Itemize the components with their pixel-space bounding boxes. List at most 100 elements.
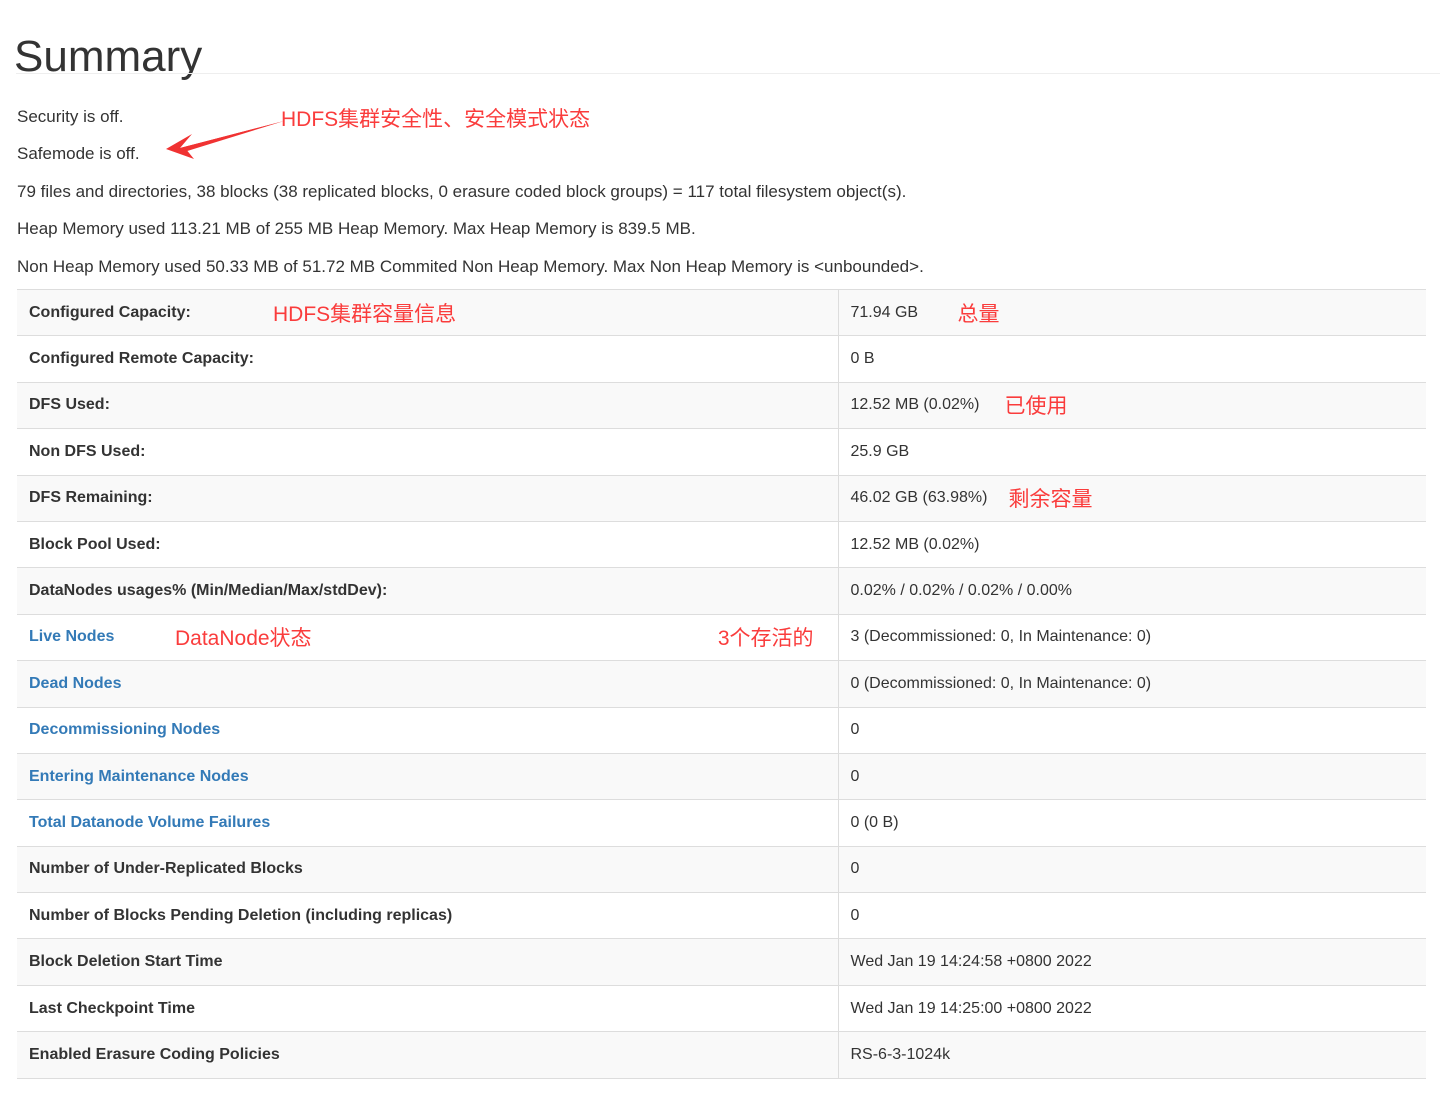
label-block-deletion-start-time: Block Deletion Start Time (29, 953, 223, 971)
table-row: Configured Remote Capacity: 0 B (17, 335, 1426, 383)
row-value-cell: Wed Jan 19 14:25:00 +0800 2022 (838, 984, 1426, 1032)
value-total-datanode-volume-failures: 0 (0 B) (850, 813, 899, 831)
value-dead-nodes: 0 (Decommissioned: 0, In Maintenance: 0) (850, 674, 1152, 692)
table-row: Decommissioning Nodes 0 (17, 706, 1426, 754)
row-label-cell: DataNodes usages% (Min/Median/Max/stdDev… (17, 567, 839, 615)
table-row: Last Checkpoint Time Wed Jan 19 14:25:00… (17, 984, 1426, 1032)
annotation-capacity-note: HDFS集群容量信息 (273, 302, 457, 326)
row-value-cell: 0.02% / 0.02% / 0.02% / 0.00% (838, 567, 1426, 615)
annotation-alive-note: 3个存活的 (717, 627, 814, 651)
label-block-pool-used: Block Pool Used: (29, 535, 161, 553)
table-row: Entering Maintenance Nodes 0 (17, 752, 1426, 800)
row-value-cell: 12.52 MB (0.02%) (838, 520, 1426, 568)
annotation-total-note: 总量 (957, 302, 1000, 326)
table-row: DFS Remaining: 46.02 GB (63.98%) 剩余容量 (17, 474, 1426, 522)
table-row: Configured Capacity: HDFS集群容量信息 71.94 GB… (17, 288, 1426, 336)
safemode-status-text: Safemode is off. (17, 144, 140, 163)
row-value-cell: 0 (838, 706, 1426, 754)
row-value-cell: 0 (Decommissioned: 0, In Maintenance: 0) (838, 660, 1426, 708)
red-arrow-icon (166, 121, 284, 159)
table-row: Number of Under-Replicated Blocks 0 (17, 845, 1426, 893)
row-label-cell: Entering Maintenance Nodes (17, 752, 839, 800)
label-dfs-used: DFS Used: (29, 396, 110, 414)
filesystem-objects-text: 79 files and directories, 38 blocks (38 … (17, 182, 907, 201)
row-label-cell: Live Nodes DataNode状态 3个存活的 (17, 613, 839, 661)
value-entering-maintenance-nodes: 0 (850, 767, 860, 785)
link-live-nodes[interactable]: Live Nodes (29, 628, 114, 645)
row-label-cell: DFS Remaining: (17, 474, 839, 522)
page-title: Summary (14, 32, 203, 82)
label-blocks-pending-deletion: Number of Blocks Pending Deletion (inclu… (29, 906, 453, 924)
value-configured-capacity: 71.94 GB (850, 303, 919, 321)
value-block-pool-used: 12.52 MB (0.02%) (850, 535, 980, 553)
row-label-cell: Number of Under-Replicated Blocks (17, 845, 839, 893)
heap-memory-text: Heap Memory used 113.21 MB of 255 MB Hea… (17, 219, 696, 238)
table-row: DFS Used: 12.52 MB (0.02%) 已使用 (17, 381, 1426, 429)
row-value-cell: 0 (838, 892, 1426, 939)
link-decommissioning-nodes[interactable]: Decommissioning Nodes (29, 721, 220, 738)
label-configured-remote-capacity: Configured Remote Capacity: (29, 350, 254, 368)
table-row: Block Pool Used: 12.52 MB (0.02%) (17, 520, 1426, 568)
table-row: Dead Nodes 0 (Decommissioned: 0, In Main… (17, 660, 1426, 708)
row-label-cell: Number of Blocks Pending Deletion (inclu… (17, 892, 839, 939)
security-status-text: Security is off. (17, 107, 124, 126)
value-under-replicated-blocks: 0 (850, 860, 860, 878)
value-dfs-used: 12.52 MB (0.02%) (850, 396, 980, 414)
annotation-datanode-note: DataNode状态 (175, 627, 312, 651)
table-row: Non DFS Used: 25.9 GB (17, 428, 1426, 476)
row-label-cell: Configured Remote Capacity: (17, 335, 839, 383)
value-dfs-remaining: 46.02 GB (63.98%) (850, 489, 988, 507)
row-value-cell: 0 (838, 752, 1426, 800)
row-label-cell: Block Pool Used: (17, 520, 839, 568)
table-row: Enabled Erasure Coding Policies RS-6-3-1… (17, 1031, 1426, 1079)
row-value-cell: 71.94 GB 总量 (838, 288, 1426, 336)
value-blocks-pending-deletion: 0 (850, 906, 860, 924)
row-label-cell: Decommissioning Nodes (17, 706, 839, 754)
annotation-used-note: 已使用 (1004, 395, 1068, 419)
summary-page: Summary Security is off. Safemode is off… (0, 0, 1456, 1115)
value-decommissioning-nodes: 0 (850, 721, 860, 739)
label-dfs-remaining: DFS Remaining: (29, 489, 153, 507)
row-value-cell: 25.9 GB (838, 428, 1426, 476)
row-label-cell: Enabled Erasure Coding Policies (17, 1031, 839, 1079)
label-datanodes-usages: DataNodes usages% (Min/Median/Max/stdDev… (29, 582, 388, 600)
row-label-cell: Configured Capacity: HDFS集群容量信息 (17, 288, 839, 336)
row-label-cell: DFS Used: (17, 381, 839, 429)
value-datanodes-usages: 0.02% / 0.02% / 0.02% / 0.00% (850, 582, 1072, 600)
value-configured-remote-capacity: 0 B (850, 350, 875, 368)
row-value-cell: 0 (838, 845, 1426, 893)
row-value-cell: 0 (0 B) (838, 799, 1426, 847)
value-live-nodes: 3 (Decommissioned: 0, In Maintenance: 0) (850, 628, 1152, 646)
label-under-replicated-blocks: Number of Under-Replicated Blocks (29, 860, 303, 878)
annotation-remaining-note: 剩余容量 (1008, 488, 1093, 512)
non-heap-memory-text: Non Heap Memory used 50.33 MB of 51.72 M… (17, 257, 924, 276)
link-dead-nodes[interactable]: Dead Nodes (29, 675, 121, 692)
value-block-deletion-start-time: Wed Jan 19 14:24:58 +0800 2022 (850, 953, 1092, 971)
label-last-checkpoint-time: Last Checkpoint Time (29, 999, 195, 1017)
row-value-cell: Wed Jan 19 14:24:58 +0800 2022 (838, 938, 1426, 986)
annotation-security-note: HDFS集群安全性、安全模式状态 (281, 108, 591, 131)
row-value-cell: 3 (Decommissioned: 0, In Maintenance: 0) (838, 613, 1426, 661)
row-label-cell: Block Deletion Start Time (17, 938, 839, 986)
table-row: Total Datanode Volume Failures 0 (0 B) (17, 799, 1426, 847)
row-label-cell: Total Datanode Volume Failures (17, 799, 839, 847)
link-total-datanode-volume-failures[interactable]: Total Datanode Volume Failures (29, 814, 270, 831)
table-row: Number of Blocks Pending Deletion (inclu… (17, 892, 1426, 939)
row-value-cell: 46.02 GB (63.98%) 剩余容量 (838, 474, 1426, 522)
table-row: Block Deletion Start Time Wed Jan 19 14:… (17, 938, 1426, 986)
row-label-cell: Non DFS Used: (17, 428, 839, 476)
summary-table: Configured Capacity: HDFS集群容量信息 71.94 GB… (17, 288, 1426, 1079)
row-value-cell: 0 B (838, 335, 1426, 383)
link-entering-maintenance-nodes[interactable]: Entering Maintenance Nodes (29, 768, 249, 785)
value-last-checkpoint-time: Wed Jan 19 14:25:00 +0800 2022 (850, 999, 1092, 1017)
value-non-dfs-used: 25.9 GB (850, 442, 910, 460)
row-label-cell: Last Checkpoint Time (17, 984, 839, 1032)
row-label-cell: Dead Nodes (17, 660, 839, 708)
value-enabled-erasure-coding-policies: RS-6-3-1024k (850, 1045, 951, 1063)
label-configured-capacity: Configured Capacity: (29, 303, 191, 321)
row-value-cell: RS-6-3-1024k (838, 1031, 1426, 1079)
table-row: Live Nodes DataNode状态 3个存活的 3 (Decommiss… (17, 613, 1426, 661)
title-divider (16, 73, 1440, 74)
row-value-cell: 12.52 MB (0.02%) 已使用 (838, 381, 1426, 429)
table-row: DataNodes usages% (Min/Median/Max/stdDev… (17, 567, 1426, 615)
